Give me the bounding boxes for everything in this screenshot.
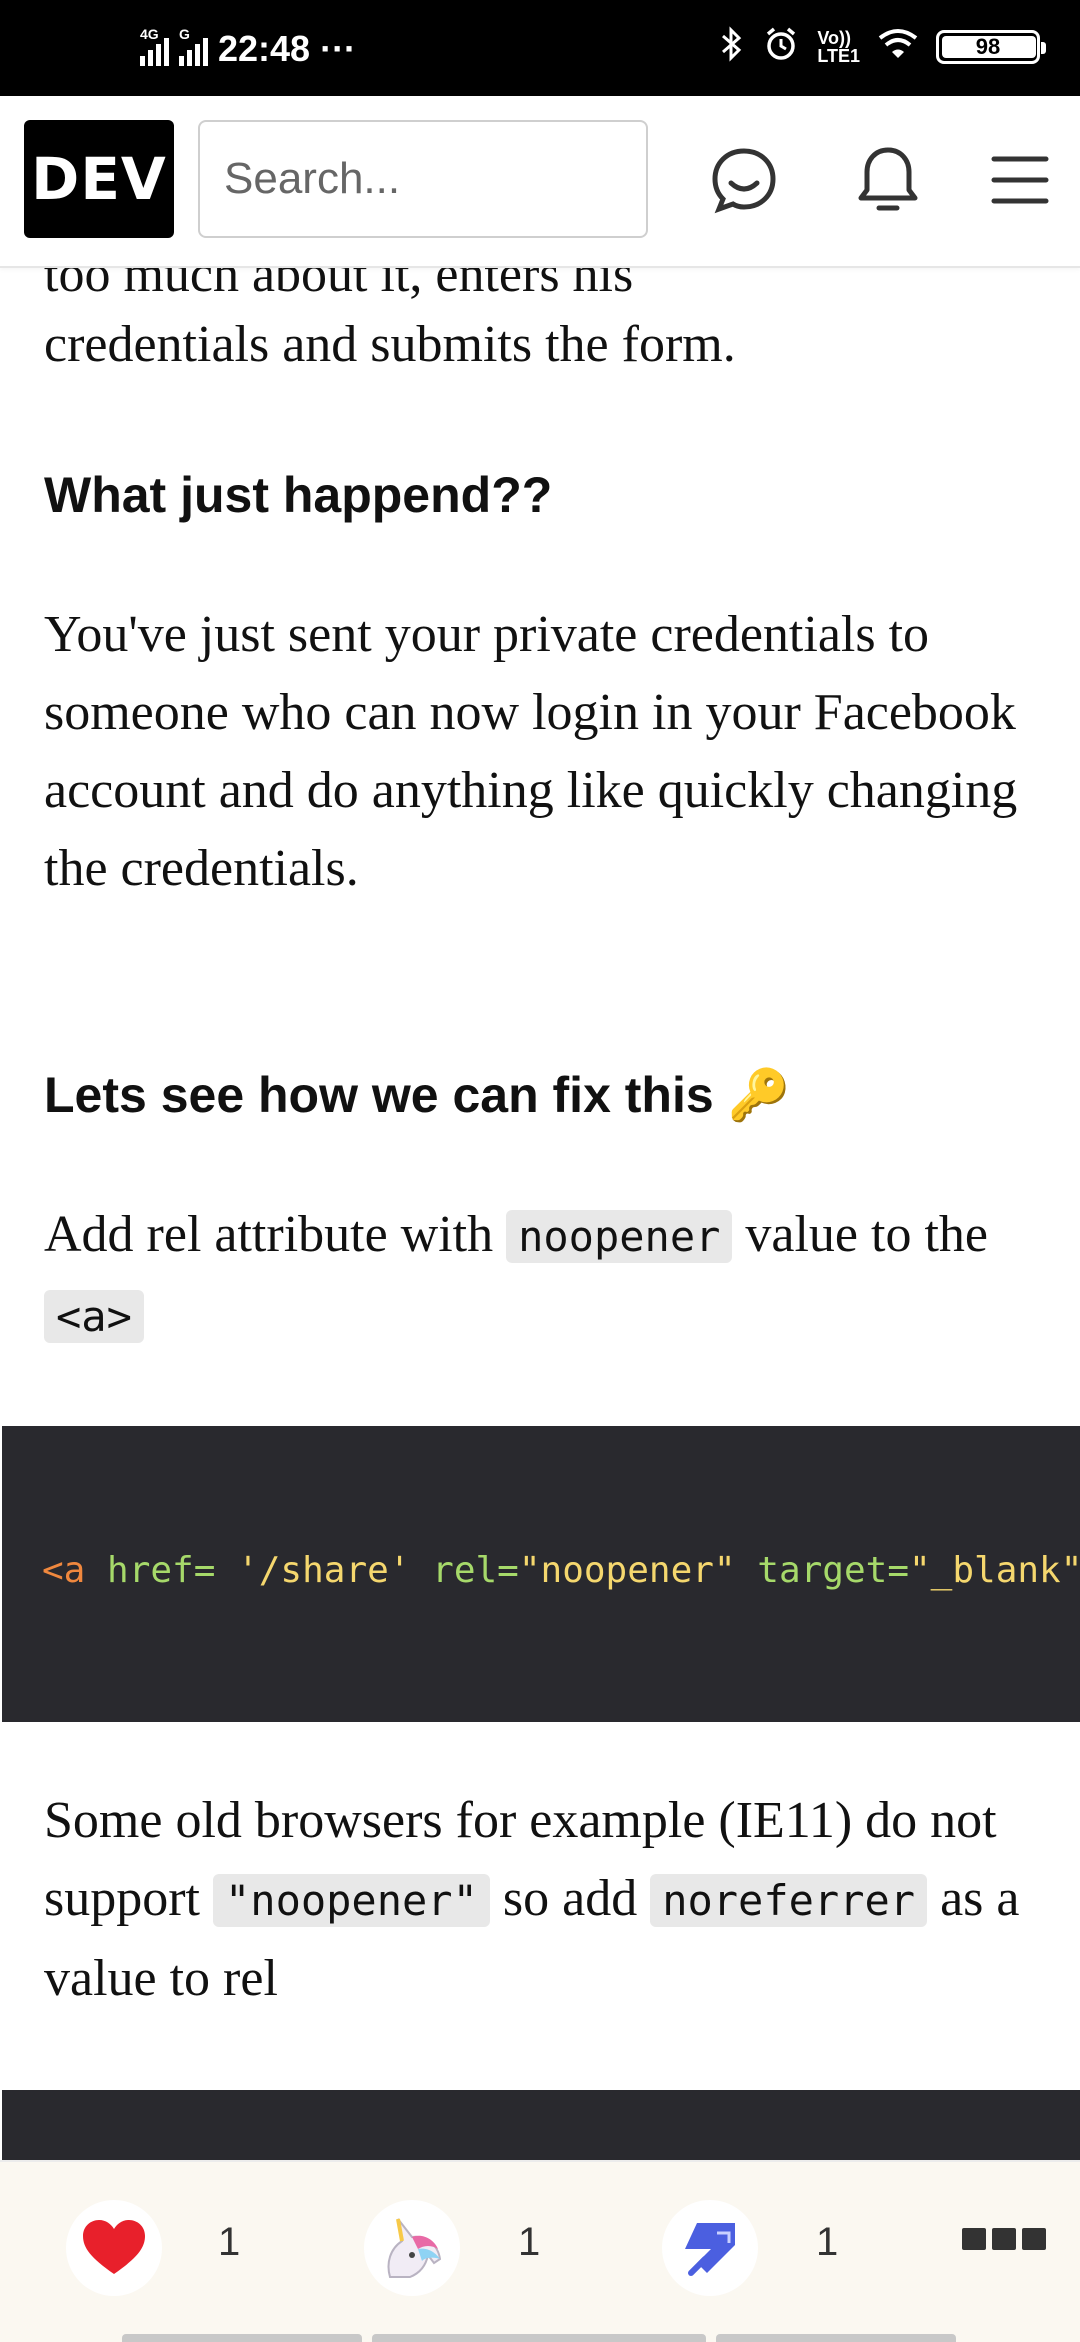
heart-icon — [83, 2220, 145, 2274]
battery-icon: 98 — [936, 30, 1046, 64]
top-header: DEV — [0, 96, 1080, 268]
bookmark-reaction-button[interactable] — [662, 2200, 758, 2296]
inline-code-noopener-quoted: "noopener" — [213, 1874, 490, 1927]
reaction-bar: 1 1 1 — [0, 2160, 1080, 2342]
bell-icon[interactable] — [848, 140, 928, 220]
heart-reaction-button[interactable] — [66, 2200, 162, 2296]
dev-logo[interactable]: DEV — [24, 120, 174, 238]
chat-icon[interactable] — [704, 140, 784, 220]
wifi-icon — [878, 28, 918, 66]
status-right: Vo)) LTE1 98 — [719, 26, 1046, 68]
heart-count: 1 — [218, 2220, 241, 2264]
bluetooth-icon — [719, 26, 745, 68]
status-bar: 4G G 22:48 ··· Vo)) LTE1 98 — [0, 0, 1080, 96]
nav-indicator-2 — [372, 2334, 706, 2342]
bookmark-count: 1 — [816, 2220, 839, 2264]
alarm-icon — [763, 26, 799, 68]
signal-sim1-icon: 4G — [140, 26, 169, 66]
bookmark-icon — [685, 2223, 735, 2276]
code-block[interactable]: <a href= '/share' rel="noopener" target=… — [2, 1426, 1080, 1722]
unicorn-count: 1 — [518, 2220, 541, 2264]
signal-sim2-icon: G — [179, 26, 208, 66]
code-line: <a href= '/share' rel="noopener" target=… — [42, 1550, 1080, 1591]
nav-indicator-3 — [716, 2334, 956, 2342]
status-left: 4G G 22:48 ··· — [140, 26, 357, 70]
article-paragraph-1: You've just sent your private credential… — [44, 606, 1018, 897]
article-paragraph-2: Add rel attribute with noopener value to… — [44, 1206, 988, 1343]
inline-code-anchor-tag: <a> — [44, 1290, 144, 1343]
inline-code-noreferrer: noreferrer — [650, 1874, 928, 1927]
key-icon: 🔑 — [727, 1066, 790, 1124]
battery-level: 98 — [975, 34, 1001, 59]
unicorn-reaction-button[interactable] — [364, 2200, 460, 2296]
inline-code-noopener: noopener — [506, 1210, 733, 1263]
more-options-button[interactable] — [962, 2228, 1046, 2250]
unicorn-icon — [387, 2218, 442, 2278]
article-paragraph-partial-end: credentials and submits the form. — [44, 316, 736, 373]
clock: 22:48 — [218, 28, 311, 69]
search-input[interactable] — [198, 120, 648, 238]
article-heading-fix: Lets see how we can fix this 🔑 — [44, 1066, 790, 1124]
code-block-2[interactable] — [2, 2090, 1080, 2170]
menu-icon[interactable] — [980, 140, 1060, 220]
article-heading-what-happened: What just happend?? — [44, 467, 553, 523]
article-paragraph-3: Some old browsers for example (IE11) do … — [44, 1792, 1020, 2007]
volte-icon: Vo)) LTE1 — [817, 28, 860, 66]
more-notifications: ··· — [320, 28, 357, 69]
nav-indicator-1 — [122, 2334, 362, 2342]
